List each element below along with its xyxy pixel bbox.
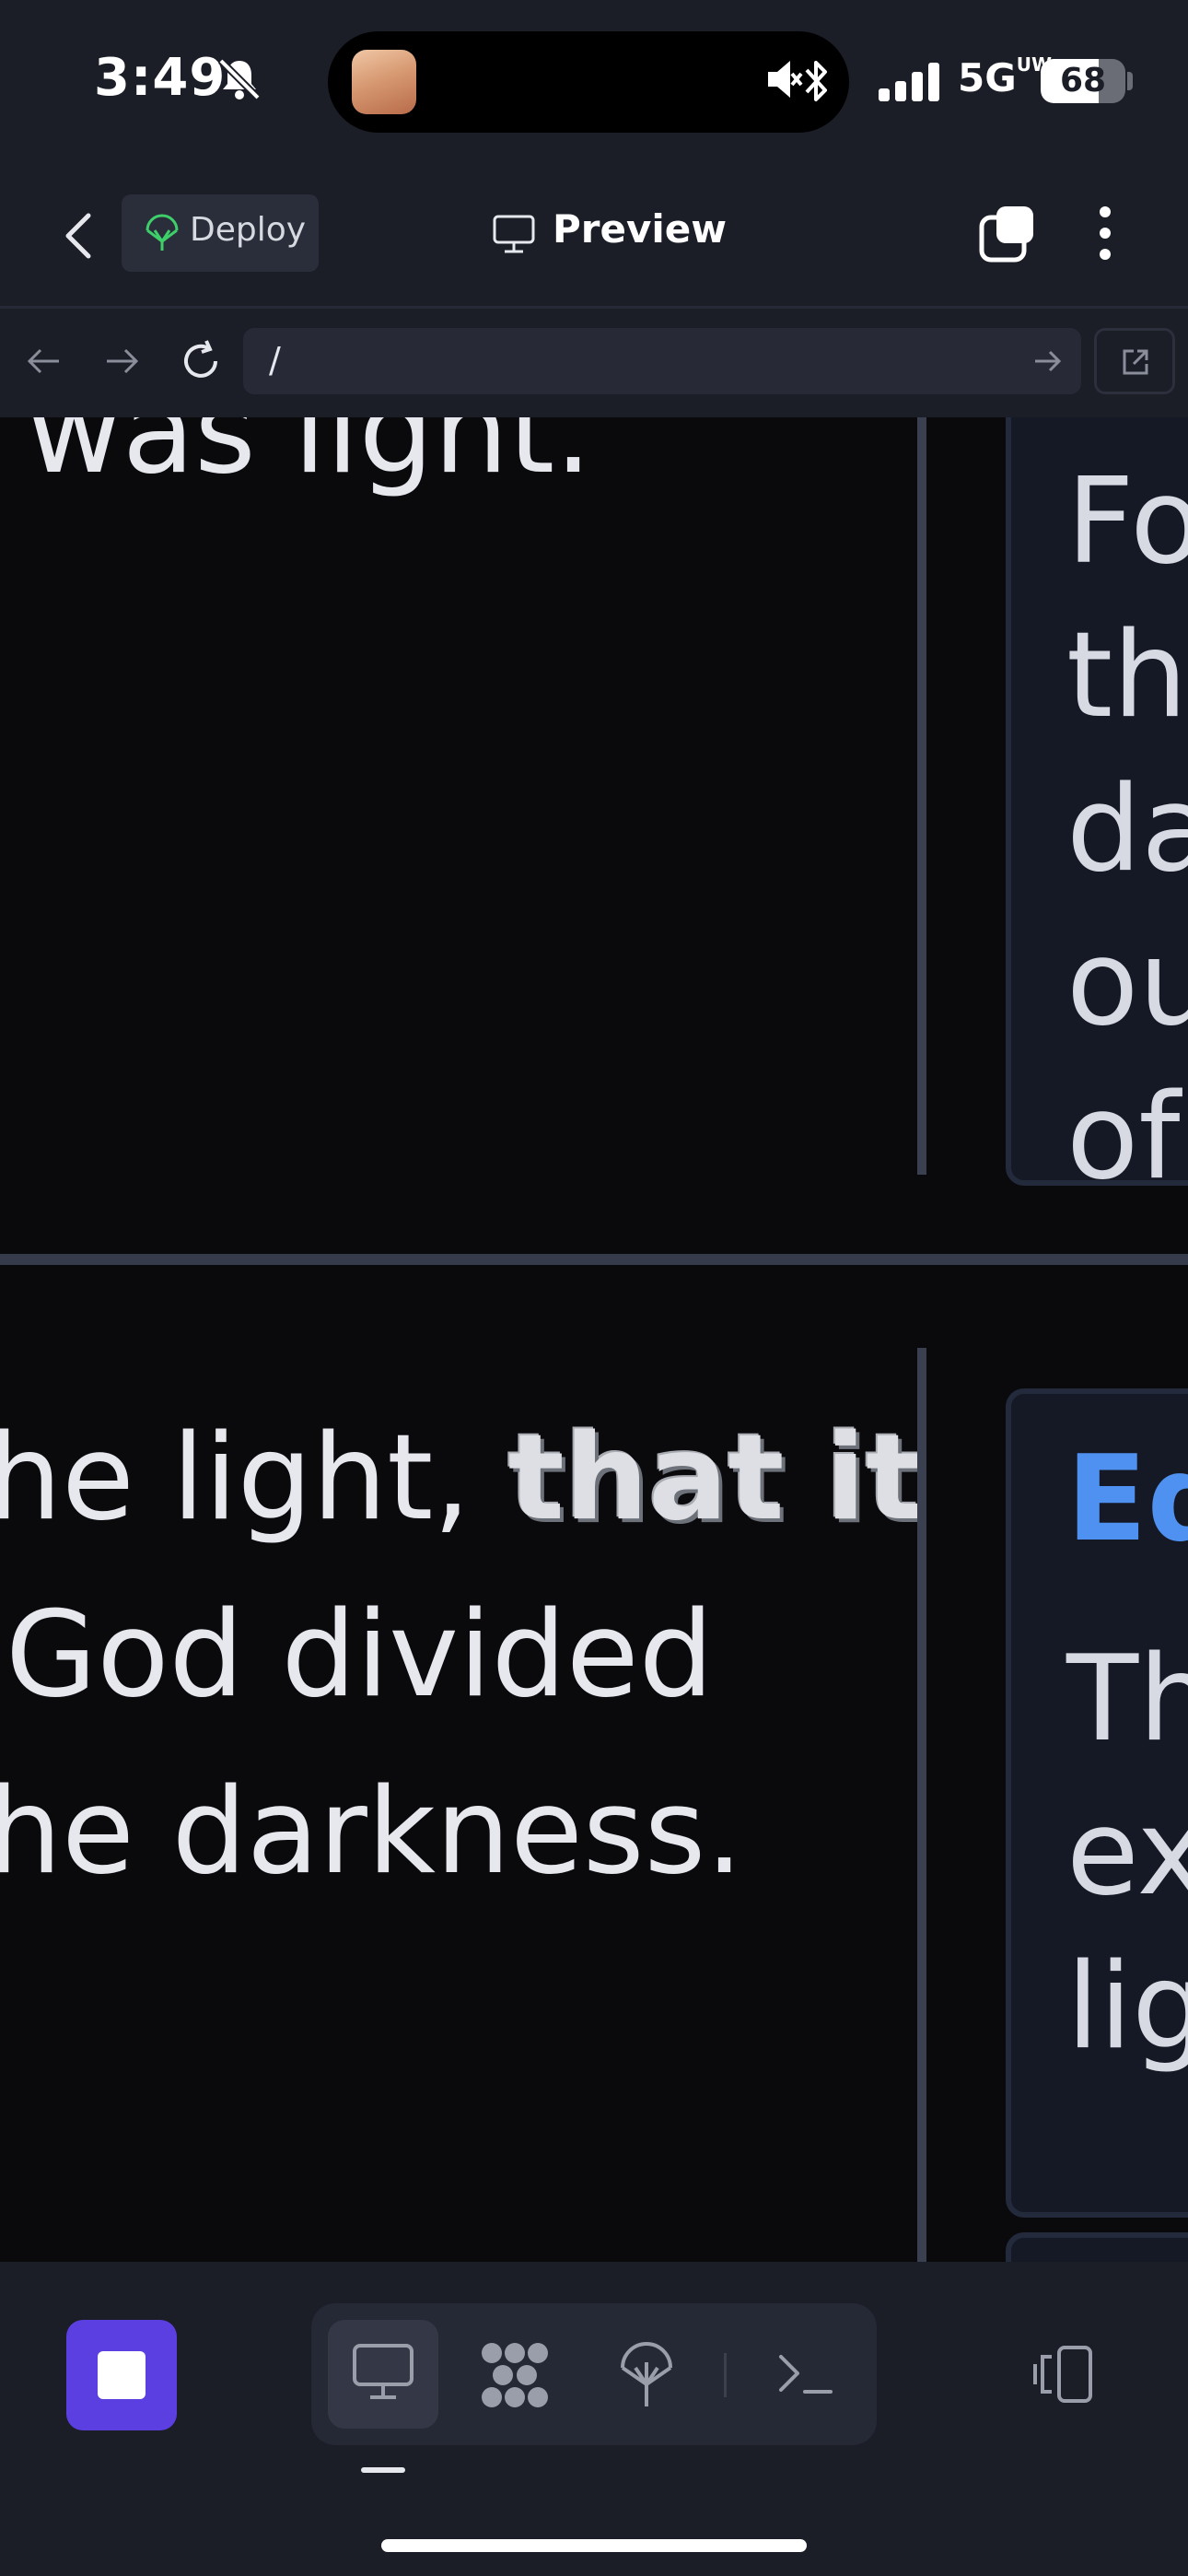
commentary-card bbox=[1006, 2232, 1188, 2262]
switcher-separator bbox=[724, 2353, 727, 2397]
verse-line: was light. bbox=[26, 417, 592, 500]
speaker-mute-icon bbox=[768, 61, 803, 98]
network-label: 5GUW bbox=[958, 53, 1053, 100]
verse-line: he darkness. bbox=[0, 1763, 743, 1901]
section-divider bbox=[0, 1254, 1188, 1265]
apps-icon[interactable] bbox=[479, 2342, 551, 2408]
monitor-icon bbox=[353, 2344, 413, 2399]
column-divider bbox=[917, 1348, 926, 2262]
external-link-icon bbox=[1123, 349, 1148, 375]
commentary-card: Ed Th ex lig bbox=[1006, 1388, 1188, 2218]
verse-line: he light, that it bbox=[0, 1388, 922, 1569]
open-external-button[interactable] bbox=[1094, 328, 1175, 394]
card-word: of bbox=[1066, 1069, 1181, 1186]
battery-cap bbox=[1127, 72, 1133, 90]
arrow-left-icon[interactable] bbox=[24, 341, 64, 381]
preview-viewport[interactable]: was light. Fo the da ou of he light, tha… bbox=[0, 417, 1188, 2262]
deploy-label: Deploy bbox=[190, 211, 307, 249]
active-tab-indicator bbox=[361, 2467, 405, 2473]
card-word: the bbox=[1066, 607, 1188, 744]
battery-indicator: 68 bbox=[1041, 59, 1125, 103]
bluetooth-icon bbox=[805, 61, 827, 101]
deploy-icon bbox=[146, 214, 179, 251]
commentary-card: Fo the da ou of bbox=[1006, 417, 1188, 1186]
signal-icon bbox=[879, 63, 939, 101]
arrow-right-icon[interactable] bbox=[101, 341, 142, 381]
chevron-left-icon[interactable] bbox=[52, 205, 107, 267]
arrow-right-icon[interactable] bbox=[1030, 345, 1066, 378]
tabs-icon[interactable] bbox=[976, 203, 1039, 265]
card-word: lig bbox=[1066, 1938, 1188, 2076]
verse-text-segment: he light, bbox=[0, 1410, 508, 1547]
bell-slash-icon bbox=[218, 58, 261, 100]
more-vertical-icon[interactable] bbox=[1092, 205, 1118, 262]
devices-icon[interactable] bbox=[1031, 2344, 1098, 2405]
terminal-icon[interactable] bbox=[775, 2348, 834, 2399]
stop-icon bbox=[98, 2351, 146, 2399]
card-word: ex bbox=[1066, 1785, 1188, 1922]
monitor-icon bbox=[493, 215, 535, 253]
deploy-icon[interactable] bbox=[617, 2340, 676, 2408]
card-heading: Ed bbox=[1066, 1431, 1188, 1568]
url-input[interactable] bbox=[243, 328, 1081, 394]
card-word: Th bbox=[1066, 1631, 1188, 1768]
verse-line: God divided bbox=[6, 1587, 714, 1724]
card-word: Fo bbox=[1066, 453, 1188, 591]
url-text: / bbox=[269, 340, 281, 381]
column-divider bbox=[917, 417, 926, 1175]
card-word: ou bbox=[1066, 915, 1188, 1052]
emphasized-phrase: that it bbox=[507, 1410, 923, 1547]
page-title: Preview bbox=[553, 206, 728, 252]
status-time: 3:49 bbox=[94, 48, 227, 108]
reload-icon[interactable] bbox=[177, 337, 225, 385]
home-indicator[interactable] bbox=[381, 2539, 807, 2552]
now-playing-thumbnail bbox=[352, 50, 416, 114]
card-word: da bbox=[1066, 761, 1188, 898]
battery-percent: 68 bbox=[1059, 62, 1107, 100]
